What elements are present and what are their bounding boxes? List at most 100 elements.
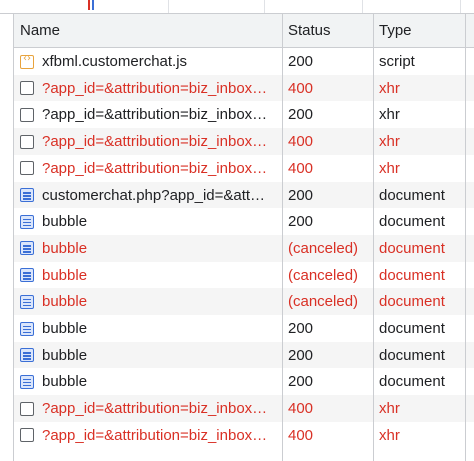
request-name: bubble	[42, 213, 88, 231]
cell-status: (canceled)	[288, 235, 372, 262]
cell-type: document	[379, 182, 467, 209]
table-row[interactable]: bubble (canceled) document	[14, 261, 474, 289]
request-type: xhr	[379, 159, 400, 177]
cell-type: xhr	[379, 155, 467, 182]
table-row[interactable]: bubble 200 document	[14, 315, 474, 342]
column-divider[interactable]	[373, 14, 374, 461]
column-header-type[interactable]: Type	[379, 14, 467, 47]
document-icon	[20, 321, 34, 336]
column-divider[interactable]	[282, 14, 283, 461]
request-type: document	[379, 293, 445, 311]
request-name: ?app_id=&attribution=biz_inbox…	[42, 106, 268, 124]
table-row[interactable]: ?app_id=&attribution=biz_inbox… 400 xhr	[14, 154, 474, 182]
timeline-overview-strip[interactable]	[0, 0, 474, 14]
cell-type: xhr	[379, 128, 467, 155]
request-status: 200	[288, 213, 314, 231]
request-name: ?app_id=&attribution=biz_inbox…	[42, 159, 268, 177]
xhr-icon	[20, 107, 34, 122]
column-header-status-label: Status	[288, 22, 331, 39]
request-status: 200	[288, 373, 314, 391]
column-divider[interactable]	[465, 14, 466, 461]
request-type: xhr	[379, 106, 400, 124]
document-icon	[20, 348, 34, 363]
cell-name: ?app_id=&attribution=biz_inbox…	[20, 395, 282, 422]
cell-status: 200	[288, 182, 372, 209]
script-icon	[20, 53, 34, 69]
cell-status: (canceled)	[288, 288, 372, 315]
request-type: document	[379, 373, 445, 391]
request-status: (canceled)	[288, 239, 359, 257]
cell-status: 400	[288, 395, 372, 422]
cell-type: document	[379, 288, 467, 315]
cell-type: xhr	[379, 101, 467, 128]
timeline-marker-blue	[92, 0, 94, 10]
cell-name: customerchat.php?app_id=&att…	[20, 182, 282, 209]
request-status: 200	[288, 106, 314, 124]
request-status: 200	[288, 186, 314, 204]
cell-type: document	[379, 262, 467, 289]
cell-status: 200	[288, 368, 372, 395]
cell-type: xhr	[379, 422, 467, 449]
table-header-row: Name Status Type	[14, 14, 474, 48]
request-name: bubble	[42, 320, 88, 337]
request-name: ?app_id=&attribution=biz_inbox…	[42, 426, 268, 444]
timeline-divider	[168, 0, 169, 13]
table-row[interactable]: ?app_id=&attribution=biz_inbox… 400 xhr	[14, 421, 474, 449]
document-icon	[20, 268, 34, 283]
cell-status: 200	[288, 342, 372, 369]
request-status: 200	[288, 53, 314, 70]
cell-status: 200	[288, 101, 372, 128]
table-row[interactable]: bubble (canceled) document	[14, 234, 474, 262]
cell-type: document	[379, 315, 467, 342]
request-type: document	[379, 239, 445, 257]
cell-status: 400	[288, 422, 372, 449]
table-row[interactable]: customerchat.php?app_id=&att… 200 document	[14, 181, 474, 209]
request-name: ?app_id=&attribution=biz_inbox…	[42, 79, 268, 97]
request-status: 400	[288, 400, 314, 418]
request-type: xhr	[379, 400, 400, 418]
cell-status: 400	[288, 128, 372, 155]
request-type: xhr	[379, 79, 400, 97]
cell-status: 200	[288, 48, 372, 75]
cell-name: bubble	[20, 235, 282, 262]
xhr-icon	[20, 428, 34, 443]
cell-name: xfbml.customerchat.js	[20, 48, 282, 75]
cell-name: bubble	[20, 208, 282, 235]
timeline-divider	[460, 0, 461, 13]
table-row[interactable]: ?app_id=&attribution=biz_inbox… 200 xhr	[14, 101, 474, 129]
request-name: xfbml.customerchat.js	[42, 53, 188, 70]
table-row[interactable]: bubble 200 document	[14, 208, 474, 236]
table-row[interactable]: bubble 200 document	[14, 341, 474, 369]
request-name: bubble	[42, 346, 88, 364]
table-row[interactable]: ?app_id=&attribution=biz_inbox… 400 xhr	[14, 128, 474, 156]
cell-name: bubble	[20, 315, 282, 342]
cell-name: bubble	[20, 262, 282, 289]
request-type: document	[379, 213, 445, 231]
request-name: customerchat.php?app_id=&att…	[42, 186, 266, 204]
table-row[interactable]: bubble (canceled) document	[14, 288, 474, 316]
table-row[interactable]: ?app_id=&attribution=biz_inbox… 400 xhr	[14, 395, 474, 423]
document-icon	[20, 374, 34, 389]
column-header-name[interactable]: Name	[20, 14, 282, 47]
cell-status: 200	[288, 208, 372, 235]
cell-type: document	[379, 342, 467, 369]
request-type: xhr	[379, 426, 400, 444]
document-icon	[20, 241, 34, 256]
request-type: document	[379, 346, 445, 364]
column-header-status[interactable]: Status	[288, 14, 372, 47]
network-request-table: Name Status Type xfbml.customerchat.js 20…	[13, 14, 474, 461]
cell-name: bubble	[20, 342, 282, 369]
document-icon	[20, 214, 34, 229]
cell-status: 400	[288, 75, 372, 102]
cell-name: bubble	[20, 368, 282, 395]
cell-type: xhr	[379, 75, 467, 102]
request-name: bubble	[42, 239, 88, 257]
table-row[interactable]: bubble 200 document	[14, 368, 474, 396]
table-row[interactable]: ?app_id=&attribution=biz_inbox… 400 xhr	[14, 74, 474, 102]
document-icon	[20, 294, 34, 309]
xhr-icon	[20, 401, 34, 416]
cell-name: ?app_id=&attribution=biz_inbox…	[20, 101, 282, 128]
request-name: bubble	[42, 373, 88, 391]
table-row[interactable]: xfbml.customerchat.js 200 script	[14, 48, 474, 75]
column-header-name-label: Name	[20, 22, 61, 39]
